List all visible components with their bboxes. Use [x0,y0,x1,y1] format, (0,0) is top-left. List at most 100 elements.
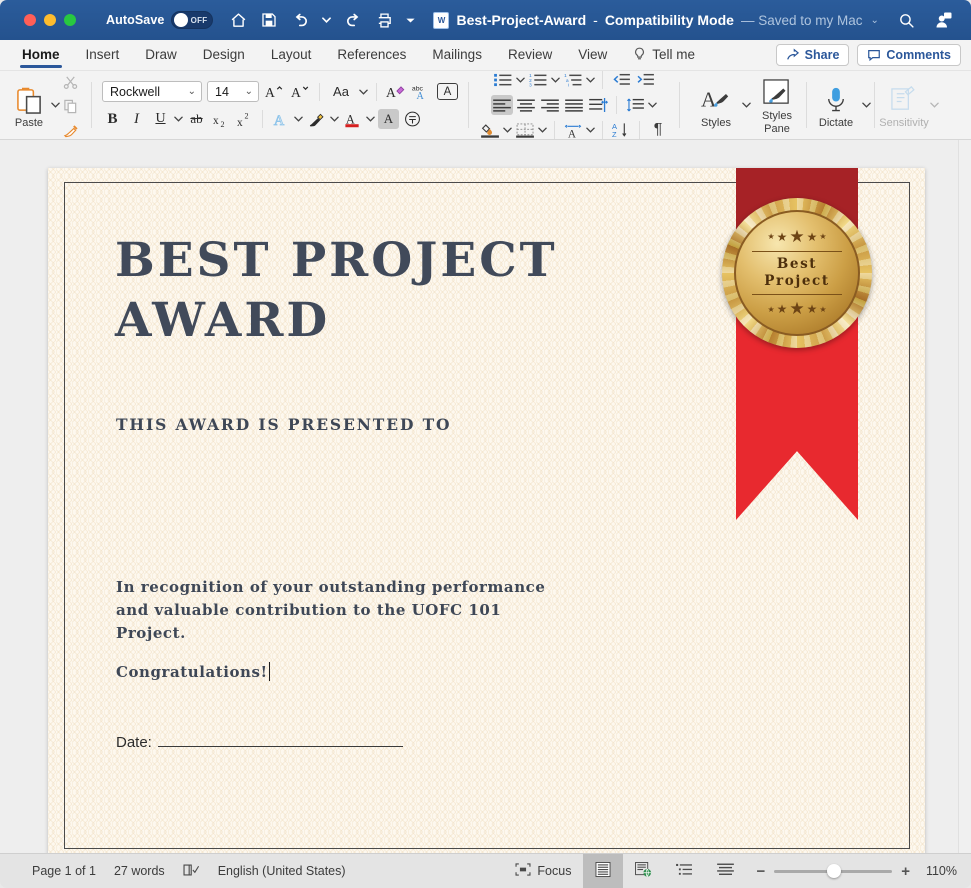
certificate-body-paragraph[interactable]: In recognition of your outstanding perfo… [116,576,556,644]
autosave-control[interactable]: AutoSave OFF [106,11,214,29]
tab-design[interactable]: Design [203,40,245,71]
search-icon[interactable] [897,11,915,29]
sensitivity-button[interactable]: Sensitivity [878,81,930,130]
subscript-button[interactable]: x2 [210,109,231,129]
copy-icon[interactable] [60,96,81,116]
autosave-toggle[interactable]: OFF [171,11,214,29]
highlight-color-caret-icon[interactable] [330,116,339,122]
align-center-icon[interactable] [515,95,537,115]
zoom-in-button[interactable]: + [901,863,910,880]
multilevel-list-caret-icon[interactable] [586,77,595,83]
paste-dropdown-caret-icon[interactable] [51,102,60,108]
draft-view-button[interactable] [705,854,746,888]
tab-draw[interactable]: Draw [145,40,177,71]
bullet-list-caret-icon[interactable] [516,77,525,83]
share-button[interactable]: Share [775,44,850,66]
grow-font-icon[interactable]: A [264,82,285,102]
print-layout-view-button[interactable] [583,853,624,888]
scissors-icon[interactable] [60,72,81,92]
bullet-list-icon[interactable] [492,70,514,90]
saved-status-caret-icon[interactable]: ⌄ [870,15,878,26]
bold-button[interactable]: B [102,109,123,129]
paste-button[interactable]: Paste [7,82,51,129]
justify-icon[interactable] [563,95,585,115]
font-color-caret-icon[interactable] [366,116,375,122]
document-page[interactable]: ★ ★ ★ ★ ★ Best Project ★ ★ ★ ★ ★ BEST PR… [48,168,925,853]
outline-view-button[interactable] [664,854,705,888]
undo-dropdown-caret-icon[interactable] [322,17,332,23]
date-field-row[interactable]: Date: [116,734,403,751]
tab-references[interactable]: References [337,40,406,71]
superscript-button[interactable]: x2 [234,109,255,129]
tab-insert[interactable]: Insert [86,40,120,71]
redo-icon[interactable] [344,11,362,29]
tab-review[interactable]: Review [508,40,552,71]
focus-mode-button[interactable]: Focus [503,854,583,888]
underline-button[interactable]: U [150,109,171,129]
dictate-caret-icon[interactable] [862,102,871,108]
tab-layout[interactable]: Layout [271,40,312,71]
save-icon[interactable] [260,11,278,29]
text-direction-caret-icon[interactable] [586,127,595,133]
language-label[interactable]: English (United States) [218,864,346,878]
vertical-scrollbar[interactable] [958,140,971,853]
change-case-button[interactable]: Aa [328,82,354,102]
tab-tell-me[interactable]: Tell me [633,40,695,71]
borders-icon[interactable] [514,120,536,140]
highlight-color-icon[interactable] [306,109,327,129]
sensitivity-caret-icon[interactable] [930,102,939,108]
customize-toolbar-caret-icon[interactable] [406,17,416,24]
tab-view[interactable]: View [578,40,607,71]
align-left-icon[interactable] [491,95,513,115]
text-effects-caret-icon[interactable] [294,116,303,122]
page-number-label[interactable]: Page 1 of 1 [32,864,96,878]
document-title[interactable]: Best-Project-Award [456,12,586,28]
zoom-slider[interactable] [774,864,893,878]
paragraph-shading-caret-icon[interactable] [503,127,512,133]
congratulations-text[interactable]: Congratulations! [116,662,271,681]
clear-formatting-icon[interactable]: A [385,82,406,102]
character-border-icon[interactable]: A [437,83,458,100]
borders-caret-icon[interactable] [538,127,547,133]
styles-pane-button[interactable]: Styles Pane [751,74,803,135]
zoom-out-button[interactable]: − [756,863,765,880]
line-spacing-icon[interactable] [624,95,646,115]
dictate-button[interactable]: Dictate [810,81,862,130]
sort-az-icon[interactable]: AZ [610,120,632,140]
print-icon[interactable] [375,11,393,29]
change-case-caret-icon[interactable] [359,89,368,95]
zoom-level-label[interactable]: 110% [919,864,957,878]
maximize-window-button[interactable] [64,14,76,26]
decrease-indent-icon[interactable] [610,70,632,90]
numbered-list-caret-icon[interactable] [551,77,560,83]
increase-indent-icon[interactable] [634,70,656,90]
minimize-window-button[interactable] [44,14,56,26]
strikethrough-button[interactable]: ab [186,109,207,129]
proofing-check-icon[interactable] [183,863,200,880]
zoom-slider-handle[interactable] [827,864,842,878]
comments-button[interactable]: Comments [857,44,961,66]
line-spacing-caret-icon[interactable] [648,102,657,108]
shrink-font-icon[interactable]: A [290,82,311,102]
paragraph-shading-icon[interactable] [479,120,501,140]
certificate-title[interactable]: BEST PROJECT AWARD [115,231,675,351]
tab-mailings[interactable]: Mailings [432,40,482,71]
close-window-button[interactable] [24,14,36,26]
abc-spelling-icon[interactable]: abc A [411,82,432,102]
font-color-icon[interactable]: A [342,109,363,129]
italic-button[interactable]: I [126,109,147,129]
styles-caret-icon[interactable] [742,102,751,108]
text-shading-icon[interactable]: A [378,109,399,129]
format-painter-icon[interactable] [60,120,81,140]
font-name-selector[interactable]: Rockwell ⌄ [102,81,202,102]
show-formatting-marks-icon[interactable]: ¶ [647,120,669,140]
font-size-selector[interactable]: 14 ⌄ [207,81,259,102]
underline-caret-icon[interactable] [174,116,183,122]
phonetic-guide-icon[interactable] [402,109,423,129]
align-right-icon[interactable] [539,95,561,115]
text-direction-icon[interactable]: A [562,120,584,140]
account-avatar-icon[interactable] [935,11,953,29]
multilevel-list-icon[interactable]: 1ai [562,70,584,90]
styles-button[interactable]: A Styles [690,81,742,130]
presented-to-text[interactable]: THIS AWARD IS PRESENTED TO [116,415,451,434]
